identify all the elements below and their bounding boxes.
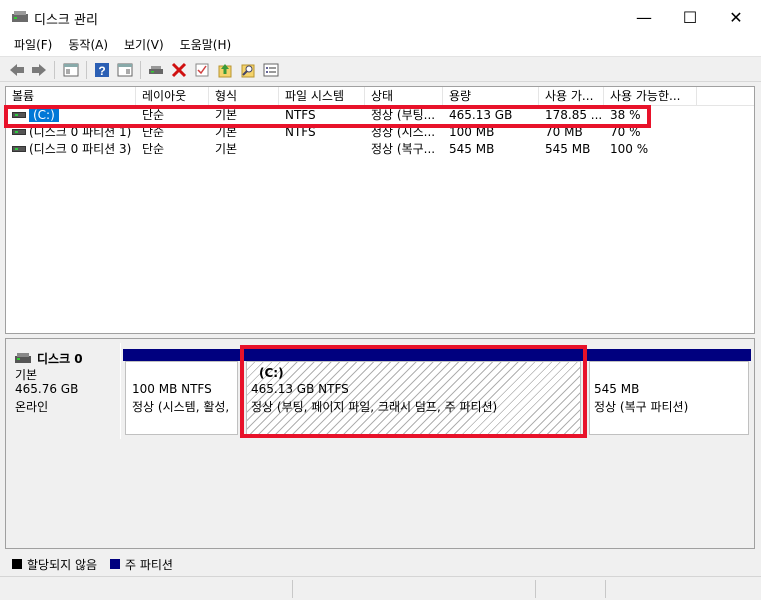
legend-label-unallocated: 할당되지 않음: [27, 558, 98, 572]
volume-capacity: 545 MB: [449, 142, 495, 156]
col-layout[interactable]: 레이아웃: [136, 87, 209, 106]
volume-icon: [12, 145, 26, 152]
window-title: 디스크 관리: [34, 13, 98, 28]
highlight-box-row: [4, 105, 651, 128]
partition-1[interactable]: 100 MB NTFS 정상 (시스템, 활성,: [125, 361, 238, 435]
maximize-button[interactable]: ☐: [667, 0, 713, 34]
disk-name: 디스크 0: [37, 352, 83, 366]
search-icon[interactable]: [239, 61, 257, 79]
menu-view[interactable]: 보기(V): [116, 34, 172, 56]
col-status[interactable]: 상태: [365, 87, 443, 106]
back-icon[interactable]: [8, 61, 26, 79]
volume-type: 기본: [215, 142, 238, 156]
up-icon[interactable]: [216, 61, 234, 79]
volume-icon: [12, 128, 26, 135]
partition-size: 100 MB NTFS: [132, 382, 212, 396]
status-bar: [0, 576, 761, 600]
disk-info[interactable]: 디스크 0 기본 465.76 GB 온라인: [9, 343, 121, 439]
console-tree-icon[interactable]: [62, 61, 80, 79]
volume-list-header: 볼륨 레이아웃 형식 파일 시스템 상태 용량 사용 가... 사용 가능한..…: [6, 87, 754, 106]
disk-state: 온라인: [15, 400, 49, 414]
properties-icon[interactable]: [116, 61, 134, 79]
details-icon[interactable]: [262, 61, 280, 79]
check-icon[interactable]: [193, 61, 211, 79]
legend: 할당되지 않음 주 파티션: [5, 553, 755, 575]
col-filesystem[interactable]: 파일 시스템: [279, 87, 365, 106]
highlight-box-partition: [240, 345, 587, 438]
col-free-percent[interactable]: 사용 가능한...: [604, 87, 697, 106]
disk-icon: [15, 353, 31, 363]
col-volume[interactable]: 볼륨: [6, 87, 136, 106]
volume-status: 정상 (복구...: [371, 142, 436, 156]
disk-size: 465.76 GB: [15, 382, 79, 396]
partition-size: 545 MB: [594, 382, 640, 396]
col-capacity[interactable]: 용량: [443, 87, 539, 106]
minimize-button[interactable]: —: [621, 0, 667, 34]
volume-layout: 단순: [142, 142, 165, 156]
delete-icon[interactable]: [170, 61, 188, 79]
legend-swatch-unallocated: [12, 559, 22, 569]
volume-filesystem: [279, 141, 365, 158]
menu-help[interactable]: 도움말(H): [172, 34, 240, 56]
svg-text:?: ?: [98, 64, 105, 78]
menu-file[interactable]: 파일(F): [6, 34, 60, 56]
volume-name: (디스크 0 파티션 3): [29, 142, 132, 156]
toolbar: ?: [0, 56, 761, 82]
volume-free-percent: 100 %: [610, 142, 649, 156]
connect-icon[interactable]: [147, 61, 165, 79]
legend-swatch-primary: [110, 559, 120, 569]
partition-status: 정상 (복구 파티션): [594, 400, 689, 414]
help-icon[interactable]: ?: [93, 61, 111, 79]
disk-view: 디스크 0 기본 465.76 GB 온라인 100 MB NTFS 정상 (시…: [5, 338, 755, 549]
legend-label-primary: 주 파티션: [125, 558, 173, 572]
col-free-space[interactable]: 사용 가...: [539, 87, 604, 106]
table-row[interactable]: (디스크 0 파티션 3) 단순 기본 정상 (복구... 545 MB 545…: [6, 141, 754, 158]
forward-icon[interactable]: [30, 61, 48, 79]
partition-status: 정상 (시스템, 활성,: [132, 400, 230, 414]
partition-3[interactable]: 545 MB 정상 (복구 파티션): [589, 361, 749, 435]
volume-free-space: 545 MB: [545, 142, 591, 156]
menu-bar: 파일(F) 동작(A) 보기(V) 도움말(H): [0, 34, 761, 56]
disk-management-icon: [12, 11, 28, 22]
title-bar: 디스크 관리 — ☐ ✕: [0, 0, 761, 34]
close-button[interactable]: ✕: [713, 0, 759, 34]
volume-list[interactable]: 볼륨 레이아웃 형식 파일 시스템 상태 용량 사용 가... 사용 가능한..…: [4, 86, 755, 334]
disk-type: 기본: [15, 368, 38, 382]
menu-action[interactable]: 동작(A): [60, 34, 116, 56]
col-type[interactable]: 형식: [209, 87, 279, 106]
